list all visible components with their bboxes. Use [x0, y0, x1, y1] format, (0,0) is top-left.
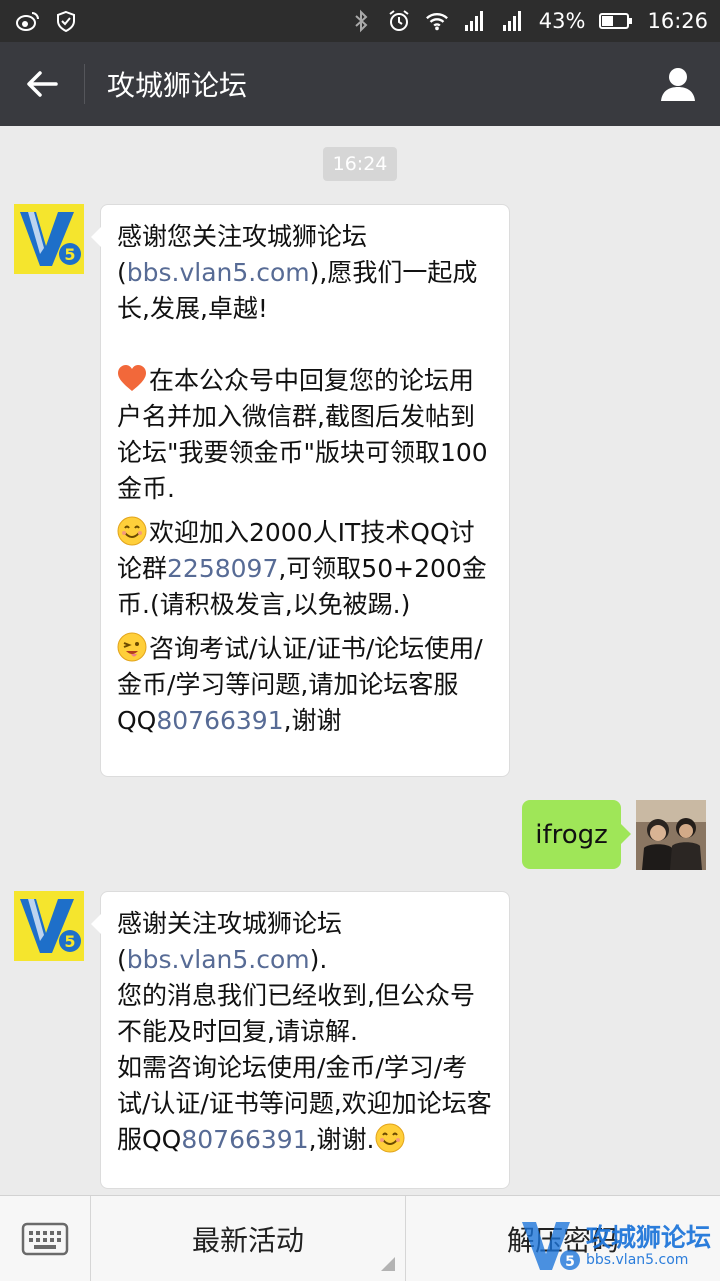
message-text: 感谢您关注攻城狮论坛 — [117, 222, 368, 251]
battery-percent: 43% — [538, 9, 586, 33]
weibo-icon — [16, 9, 40, 33]
title-divider — [84, 64, 85, 104]
message-text: 您的消息我们已经收到,但公众号不能及时回复,请谅解. — [117, 981, 475, 1046]
forum-link[interactable]: bbs.vlan5.com — [127, 945, 310, 974]
official-account-avatar[interactable]: 5 — [14, 204, 84, 274]
qq-service-link[interactable]: 80766391 — [156, 706, 283, 735]
message-text: ,谢谢 — [283, 706, 342, 735]
message-text: ifrogz — [535, 819, 608, 850]
svg-text:5: 5 — [565, 1254, 575, 1270]
message-text: ,谢谢. — [308, 1125, 375, 1154]
page-title: 攻城狮论坛 — [107, 69, 248, 102]
submenu-indicator-icon — [381, 1257, 395, 1271]
alarm-icon — [387, 9, 411, 33]
v5-logo-icon: 5 — [14, 204, 84, 274]
message-text: 长,发展,卓越! — [117, 294, 268, 323]
v5-watermark-logo-icon: 5 — [522, 1222, 580, 1270]
message-text: 在本公众号中回复您的论坛用户名并加入微信群,截图后发帖到论坛"我要领金币"版块可… — [117, 366, 488, 503]
clock: 16:26 — [647, 9, 708, 33]
wifi-icon — [425, 9, 449, 33]
profile-button[interactable] — [636, 42, 720, 126]
keyboard-toggle-button[interactable] — [0, 1196, 91, 1281]
watermark-url: bbs.vlan5.com — [586, 1252, 689, 1268]
message-bubble: 感谢关注攻城狮论坛 (bbs.vlan5.com). 您的消息我们已经收到,但公… — [91, 891, 510, 1189]
svg-text:5: 5 — [64, 932, 75, 951]
watermark: 5 攻城狮论坛 bbs.vlan5.com — [520, 1212, 720, 1280]
person-icon — [661, 68, 695, 101]
message-bubble: 感谢您关注攻城狮论坛 (bbs.vlan5.com),愿我们一起成 长,发展,卓… — [91, 204, 510, 777]
menu-item-latest-events[interactable]: 最新活动 — [91, 1196, 406, 1281]
message-text: 感谢关注攻城狮论坛 — [117, 909, 343, 938]
bluetooth-icon — [349, 9, 373, 33]
message-text: ). — [309, 945, 328, 974]
watermark-title: 攻城狮论坛 — [586, 1223, 712, 1252]
heart-emoji-icon — [118, 365, 146, 391]
official-account-avatar[interactable]: 5 — [14, 891, 84, 961]
smile-emoji-icon — [375, 1123, 405, 1153]
user-photo-icon — [636, 800, 706, 870]
title-bar: 攻城狮论坛 — [0, 42, 720, 126]
battery-icon — [599, 9, 633, 33]
user-avatar[interactable] — [636, 800, 706, 870]
status-bar: 43% 16:26 — [0, 0, 720, 42]
location-shield-icon — [54, 9, 78, 33]
v5-logo-icon: 5 — [14, 891, 84, 961]
smile-emoji-icon — [117, 516, 147, 546]
forum-link[interactable]: bbs.vlan5.com — [127, 258, 310, 287]
keyboard-icon — [21, 1222, 69, 1255]
message-time: 16:24 — [323, 147, 397, 181]
signal-icon — [463, 9, 487, 33]
message-text: ),愿我们一起成 — [309, 258, 478, 287]
signal-icon — [501, 9, 525, 33]
wink-emoji-icon — [117, 632, 147, 662]
svg-text:5: 5 — [64, 245, 75, 264]
back-button[interactable] — [0, 42, 84, 126]
menu-item-label: 最新活动 — [191, 1223, 304, 1257]
back-arrow-icon — [27, 71, 58, 97]
user-message-bubble: ifrogz — [522, 800, 631, 869]
qq-service-link[interactable]: 80766391 — [181, 1125, 308, 1154]
qq-group-link[interactable]: 2258097 — [167, 554, 278, 583]
